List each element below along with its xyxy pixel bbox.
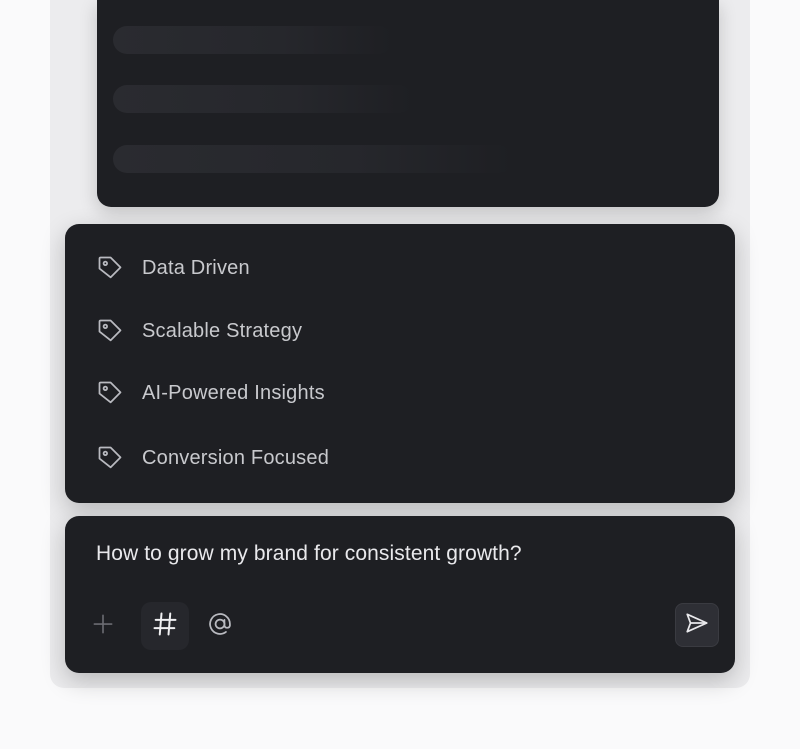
tag-label: Scalable Strategy bbox=[142, 319, 303, 342]
tag-icon bbox=[95, 316, 125, 346]
plus-icon bbox=[90, 611, 116, 642]
tag-option-ai-powered-insights[interactable]: AI-Powered Insights bbox=[95, 373, 695, 413]
tag-label: AI-Powered Insights bbox=[142, 381, 325, 404]
hashtag-button[interactable] bbox=[141, 602, 189, 650]
prompt-input[interactable]: How to grow my brand for consistent grow… bbox=[96, 542, 522, 566]
tag-icon bbox=[95, 378, 125, 408]
skeleton-line bbox=[113, 145, 513, 173]
hashtag-icon bbox=[151, 610, 179, 643]
tag-option-conversion-focused[interactable]: Conversion Focused bbox=[95, 438, 695, 478]
tag-label: Conversion Focused bbox=[142, 446, 330, 469]
tag-option-data-driven[interactable]: Data Driven bbox=[95, 248, 695, 288]
tag-label: Data Driven bbox=[142, 256, 250, 279]
tag-suggestions-panel: Data Driven Scalable Strategy AI-Powered… bbox=[65, 224, 735, 503]
at-sign-icon bbox=[206, 610, 234, 643]
add-attachment-button[interactable] bbox=[79, 602, 127, 650]
send-icon bbox=[684, 610, 710, 641]
message-composer: How to grow my brand for consistent grow… bbox=[65, 516, 735, 673]
send-button[interactable] bbox=[675, 603, 719, 647]
tag-icon bbox=[95, 253, 125, 283]
tag-icon bbox=[95, 443, 125, 473]
mention-button[interactable] bbox=[196, 602, 244, 650]
skeleton-line bbox=[113, 26, 393, 54]
tag-option-scalable-strategy[interactable]: Scalable Strategy bbox=[95, 311, 695, 351]
skeleton-line bbox=[113, 85, 413, 113]
